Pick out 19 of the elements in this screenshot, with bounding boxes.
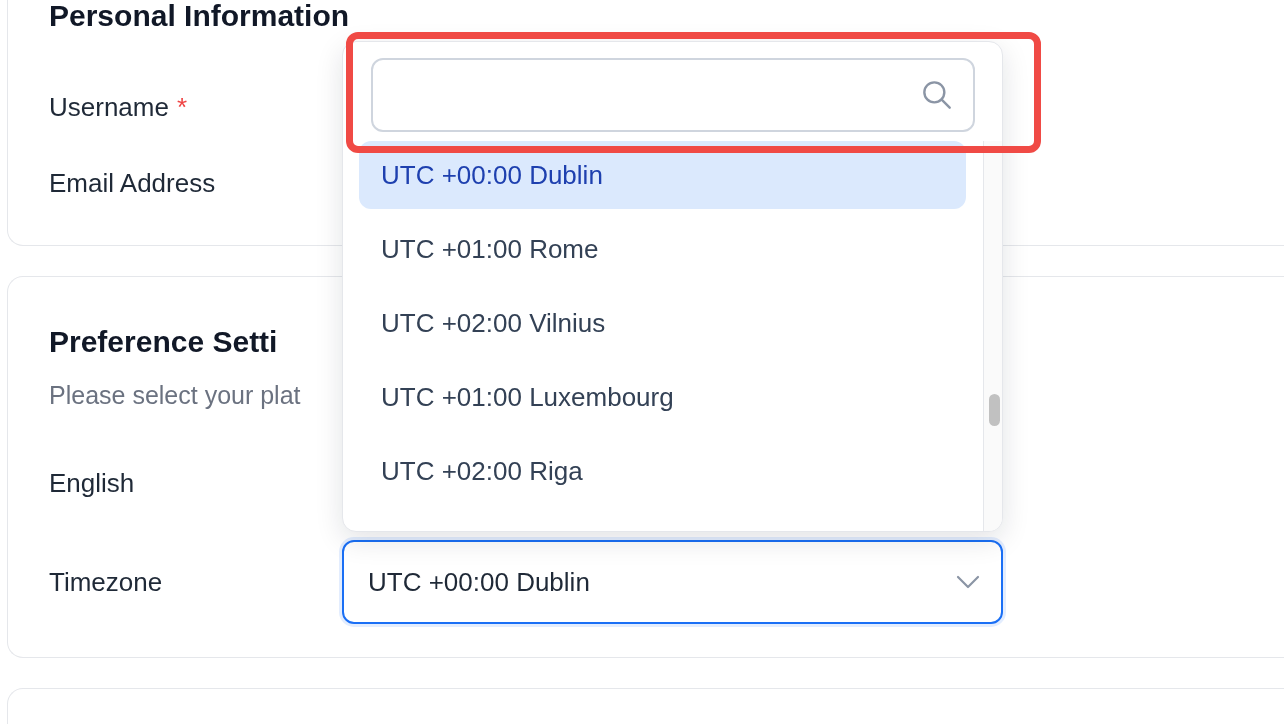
dropdown-option[interactable]: UTC +02:00 Riga bbox=[359, 437, 966, 505]
field-label: English bbox=[49, 467, 135, 500]
search-field[interactable] bbox=[371, 58, 975, 132]
section-title: Personal Information bbox=[49, 0, 350, 32]
scrollbar-thumb[interactable] bbox=[989, 394, 1000, 426]
dropdown-option[interactable]: UTC +01:00 Luxembourg bbox=[359, 363, 966, 431]
dropdown-option[interactable]: UTC +00:00 Dublin bbox=[359, 141, 966, 209]
scrollbar[interactable] bbox=[983, 141, 1002, 531]
search-icon bbox=[923, 81, 951, 109]
section-description: Please select your plat bbox=[49, 380, 301, 411]
dropdown-option[interactable]: UTC +02:00 Vilnius bbox=[359, 289, 966, 357]
timezone-select[interactable]: UTC +00:00 Dublin bbox=[342, 540, 1003, 624]
required-mark: * bbox=[176, 91, 188, 124]
field-label: Timezone bbox=[49, 566, 163, 599]
section-title: Preference Setti bbox=[49, 326, 278, 358]
field-label: Email Address bbox=[49, 167, 216, 200]
chevron-down-icon bbox=[956, 575, 980, 589]
dropdown-option[interactable]: UTC +01:00 Rome bbox=[359, 215, 966, 283]
field-label: Username bbox=[49, 91, 169, 124]
